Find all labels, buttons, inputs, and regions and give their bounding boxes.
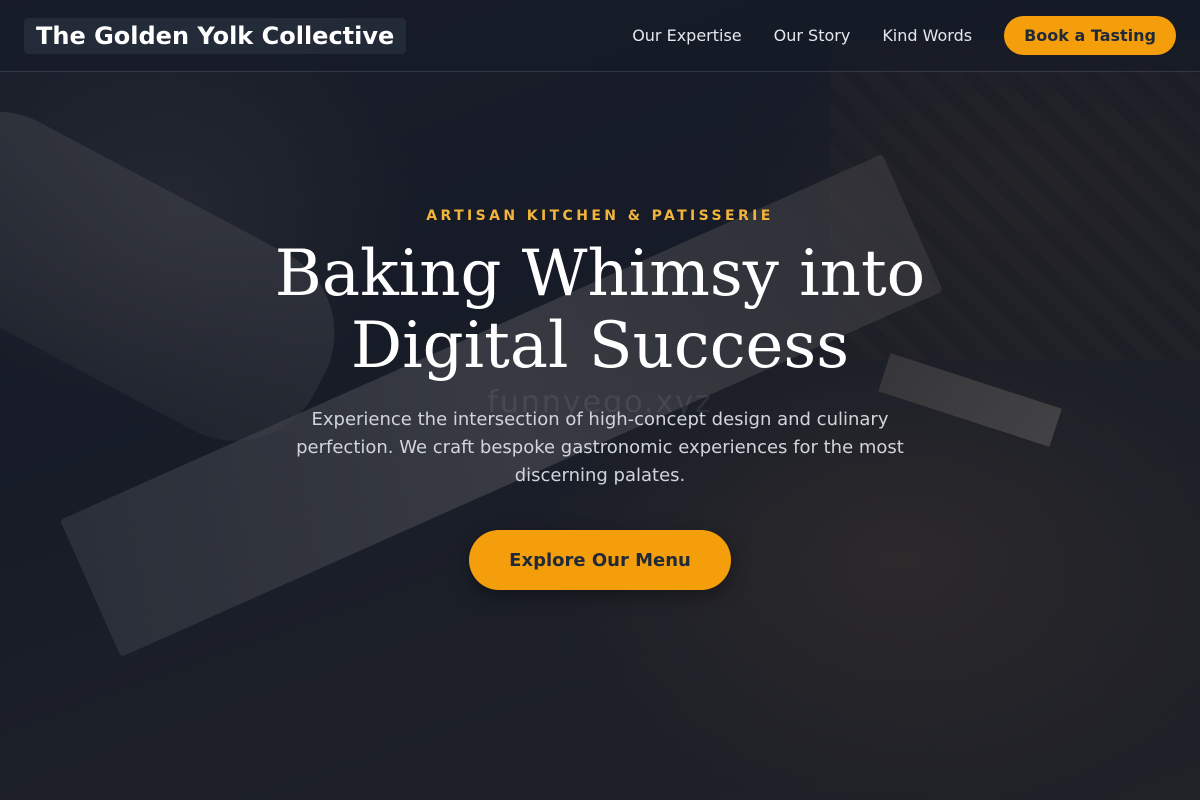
hero-eyebrow: ARTISAN KITCHEN & PATISSERIE <box>426 208 774 224</box>
hero-subheading: Experience the intersection of high-conc… <box>296 409 904 486</box>
hero-headline: Baking Whimsy into Digital Success <box>274 237 926 383</box>
hero-section: ARTISAN KITCHEN & PATISSERIE Baking Whim… <box>0 72 1200 800</box>
top-navbar: The Golden Yolk Collective Our Expertise… <box>0 0 1200 72</box>
nav-links: Our Expertise Our Story Kind Words Book … <box>600 16 1176 55</box>
brand-logo[interactable]: The Golden Yolk Collective <box>24 17 407 54</box>
landing-page: funnyego.xyz The Golden Yolk Collective … <box>0 0 1200 800</box>
explore-menu-button[interactable]: Explore Our Menu <box>469 530 731 590</box>
book-tasting-button[interactable]: Book a Tasting <box>1004 16 1176 55</box>
nav-link-our-story[interactable]: Our Story <box>774 26 851 45</box>
nav-link-kind-words[interactable]: Kind Words <box>882 26 972 45</box>
nav-link-our-expertise[interactable]: Our Expertise <box>632 26 741 45</box>
